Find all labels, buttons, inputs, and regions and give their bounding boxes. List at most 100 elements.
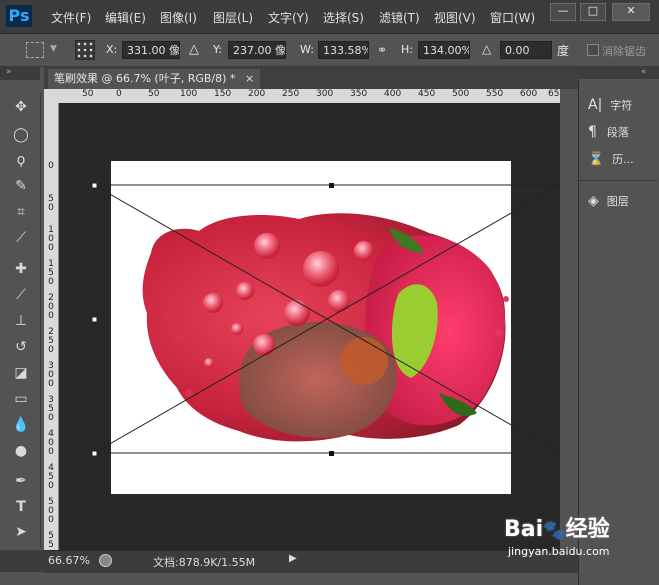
h-ruler-tick: 600 — [520, 89, 538, 99]
menu-file[interactable]: 文件(F) — [51, 9, 91, 26]
transform-handle[interactable] — [91, 182, 98, 189]
blur-tool-icon[interactable]: 💧 — [10, 414, 32, 436]
v-ruler-tick: 450 — [48, 463, 54, 491]
width-input[interactable]: 133.58% — [318, 41, 369, 59]
angle-input[interactable]: 0.00 — [500, 41, 552, 59]
panel-layers[interactable]: ◈ 图层 — [588, 191, 629, 211]
menu-image[interactable]: 图像(I) — [160, 9, 197, 26]
vertical-ruler[interactable]: 0 50 100 150 200 250 300 350 400 450 500… — [44, 103, 59, 550]
v-ruler-tick: 350 — [48, 395, 54, 423]
panel-character[interactable]: A| 字符 — [588, 95, 632, 115]
transform-handle[interactable] — [91, 316, 98, 323]
document-tab[interactable]: 笔刷效果 @ 66.7% (叶子, RGB/8) * × — [48, 69, 261, 89]
h-ruler-tick: 200 — [248, 89, 266, 99]
v-ruler-tick: 400 — [48, 429, 54, 457]
gradient-tool-icon[interactable]: ▭ — [10, 388, 32, 410]
watermark-url: jingyan.baidu.com — [508, 545, 610, 558]
crop-tool-icon[interactable]: ⌗ — [10, 201, 32, 223]
dodge-tool-icon[interactable]: ● — [10, 440, 32, 462]
menu-window[interactable]: 窗口(W) — [490, 9, 535, 26]
panel-paragraph[interactable]: ¶ 段落 — [588, 122, 629, 142]
h-ruler-tick: 300 — [316, 89, 334, 99]
panel-header — [578, 67, 659, 79]
leaf-brush-image — [142, 213, 509, 442]
y-label: Y: — [213, 43, 222, 56]
type-tool-icon[interactable]: T — [10, 496, 32, 518]
panel-history[interactable]: ⌛ 历... — [588, 150, 634, 170]
maximize-button[interactable]: □ — [580, 3, 606, 21]
status-icon[interactable] — [99, 554, 112, 567]
status-left — [0, 550, 44, 572]
minimize-button[interactable]: — — [550, 3, 576, 21]
menu-type[interactable]: 文字(Y) — [268, 9, 309, 26]
antialias-label: 消除锯齿 — [602, 45, 646, 58]
reference-point-icon[interactable] — [75, 40, 95, 60]
pen-tool-icon[interactable]: ✒ — [10, 470, 32, 492]
stamp-tool-icon[interactable]: ⊥ — [10, 310, 32, 332]
v-ruler-tick: 150 — [48, 259, 54, 287]
transform-handle[interactable] — [329, 183, 334, 188]
w-label: W: — [300, 43, 314, 56]
h-ruler-tick: 50 — [148, 89, 160, 99]
path-select-tool-icon[interactable]: ➤ — [10, 521, 32, 543]
v-ruler-tick: 55 — [48, 531, 54, 550]
h-ruler-tick: 100 — [180, 89, 198, 99]
quick-select-tool-icon[interactable]: ✎ — [10, 175, 32, 197]
brush-tool-icon[interactable]: ⟋ — [10, 284, 32, 306]
menu-filter[interactable]: 滤镜(T) — [379, 9, 420, 26]
h-ruler-tick: 65 — [548, 89, 560, 99]
collapse-arrows-icon[interactable]: » — [6, 67, 12, 77]
h-ruler-tick: 450 — [418, 89, 436, 99]
healing-brush-tool-icon[interactable]: ✚ — [10, 258, 32, 280]
x-label: X: — [106, 43, 118, 56]
status-bar — [44, 550, 578, 573]
angle-unit: 度 — [557, 44, 570, 58]
status-menu-arrow-icon[interactable]: ▶ — [289, 553, 297, 564]
baidu-watermark: Bai🐾经验 — [504, 511, 610, 543]
h-ruler-tick: 0 — [116, 89, 122, 99]
panel-divider — [580, 180, 658, 181]
eyedropper-tool-icon[interactable]: ⟋ — [10, 227, 32, 249]
panel-history-label: 历... — [612, 153, 634, 166]
watermark-brand: Bai — [504, 517, 544, 542]
h-ruler-tick: 500 — [452, 89, 470, 99]
x-input[interactable]: 331.00 像素 — [122, 41, 180, 59]
h-ruler-tick: 50 — [82, 89, 94, 99]
tab-close-icon[interactable]: × — [245, 72, 254, 85]
v-ruler-tick: 50 — [48, 194, 54, 213]
v-ruler-tick: 100 — [48, 225, 54, 253]
v-ruler-tick: 250 — [48, 327, 54, 355]
history-brush-tool-icon[interactable]: ↺ — [10, 336, 32, 358]
eraser-tool-icon[interactable]: ◪ — [10, 362, 32, 384]
menu-edit[interactable]: 编辑(E) — [105, 9, 146, 26]
link-icon[interactable]: ⚭ — [377, 43, 387, 57]
v-ruler-tick: 500 — [48, 497, 54, 525]
move-tool-icon[interactable]: ✥ — [10, 96, 32, 118]
height-input[interactable]: 134.00% — [418, 41, 470, 59]
collapse-arrows-icon[interactable]: « — [641, 67, 647, 77]
delta-icon[interactable]: △ — [189, 42, 199, 57]
antialias-checkbox[interactable] — [587, 44, 599, 56]
h-ruler-tick: 150 — [214, 89, 232, 99]
history-icon: ⌛ — [588, 152, 605, 167]
photoshop-logo: Ps — [6, 5, 32, 27]
y-input[interactable]: 237.00 像素 — [228, 41, 286, 59]
horizontal-ruler[interactable]: 50 0 50 100 150 200 250 300 350 400 450 … — [44, 89, 560, 104]
lasso-tool-icon[interactable]: ϙ — [10, 149, 32, 171]
panel-character-label: 字符 — [610, 99, 633, 112]
close-button[interactable]: ✕ — [612, 3, 650, 21]
menu-select[interactable]: 选择(S) — [323, 9, 364, 26]
menu-layer[interactable]: 图层(L) — [213, 9, 253, 26]
transform-handle[interactable] — [91, 450, 98, 457]
h-ruler-tick: 400 — [384, 89, 402, 99]
marquee-tool-icon[interactable]: ◯ — [10, 124, 32, 146]
transform-tool-icon[interactable] — [26, 42, 44, 58]
chevron-down-icon[interactable]: ▼ — [50, 44, 57, 54]
zoom-level[interactable]: 66.67% — [48, 554, 90, 567]
h-label: H: — [401, 43, 413, 56]
canvas-artwork[interactable] — [59, 103, 560, 550]
transform-handle[interactable] — [329, 451, 334, 456]
menu-view[interactable]: 视图(V) — [434, 9, 476, 26]
h-ruler-tick: 250 — [282, 89, 300, 99]
panel-paragraph-label: 段落 — [606, 126, 629, 139]
